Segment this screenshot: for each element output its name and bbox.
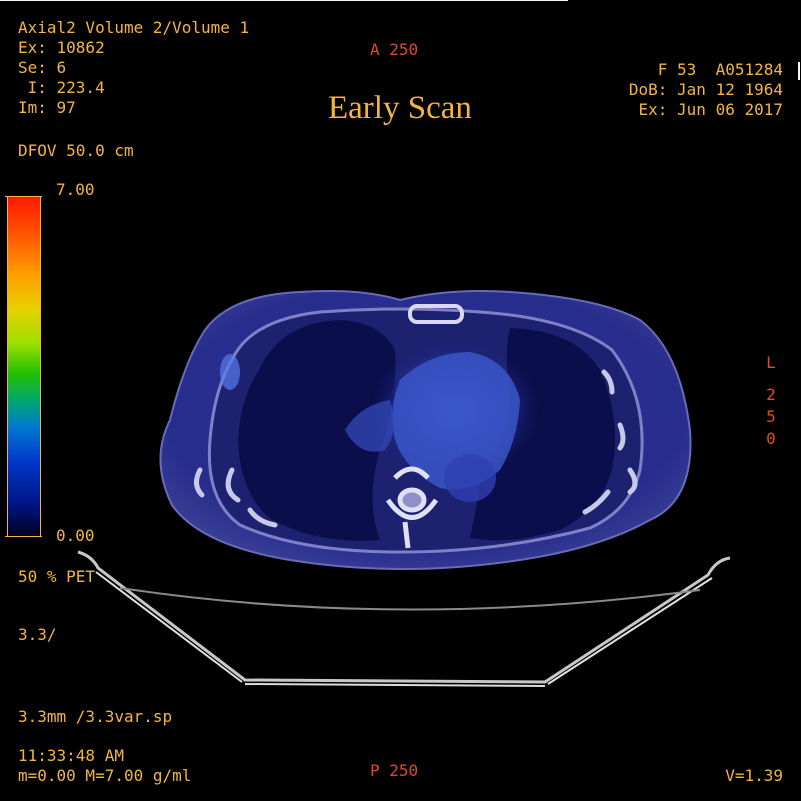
orientation-left-char-3: 5 (766, 407, 776, 426)
orientation-anterior: A 250 (370, 40, 419, 59)
scanner-table (77, 550, 731, 687)
series-title: Axial2 Volume 2/Volume 1 (18, 18, 250, 37)
acquisition-time: 11:33:48 AM (18, 746, 124, 765)
series-number: Se: 6 (18, 58, 67, 77)
orientation-left-char-1: L (766, 353, 776, 372)
patient-sex-age-id: F 53 A051284 (657, 60, 783, 79)
orientation-left: L 2 5 0 (764, 352, 778, 450)
chest-wall-uptake (220, 354, 240, 390)
orientation-posterior: P 250 (370, 761, 419, 780)
exam-number: Ex: 10862 (18, 38, 105, 57)
patient-dob: DoB: Jan 12 1964 (628, 80, 783, 99)
colorbar-max-label: 7.00 (56, 180, 95, 199)
orientation-left-char-4: 0 (766, 429, 776, 448)
orientation-left-char-2: 2 (766, 385, 776, 404)
scan-title: Early Scan (328, 90, 472, 126)
volume-readout: V=1.39 (725, 766, 783, 785)
pet-colorbar (7, 196, 41, 537)
window-level: m=0.00 M=7.00 g/ml (18, 766, 192, 785)
dfov-label: DFOV 50.0 cm (18, 141, 134, 160)
exam-date: Ex: Jun 06 2017 (638, 100, 784, 119)
colorbar-top-tick (5, 196, 42, 197)
colorbar-min-label: 0.00 (56, 526, 95, 545)
pet-blend-label: 50 % PET (18, 567, 96, 586)
colorbar-bottom-tick (5, 536, 42, 537)
slice-thickness: 3.3/ (18, 625, 57, 644)
image-number: Im: 97 (18, 98, 76, 117)
pet-ct-viewer[interactable]: 7.00 0.00 Axial2 Volume 2/Volume 1 Ex: 1… (0, 0, 801, 801)
image-location: I: 223.4 (18, 78, 105, 97)
slice-spacing: 3.3mm /3.3var.sp (18, 707, 173, 726)
